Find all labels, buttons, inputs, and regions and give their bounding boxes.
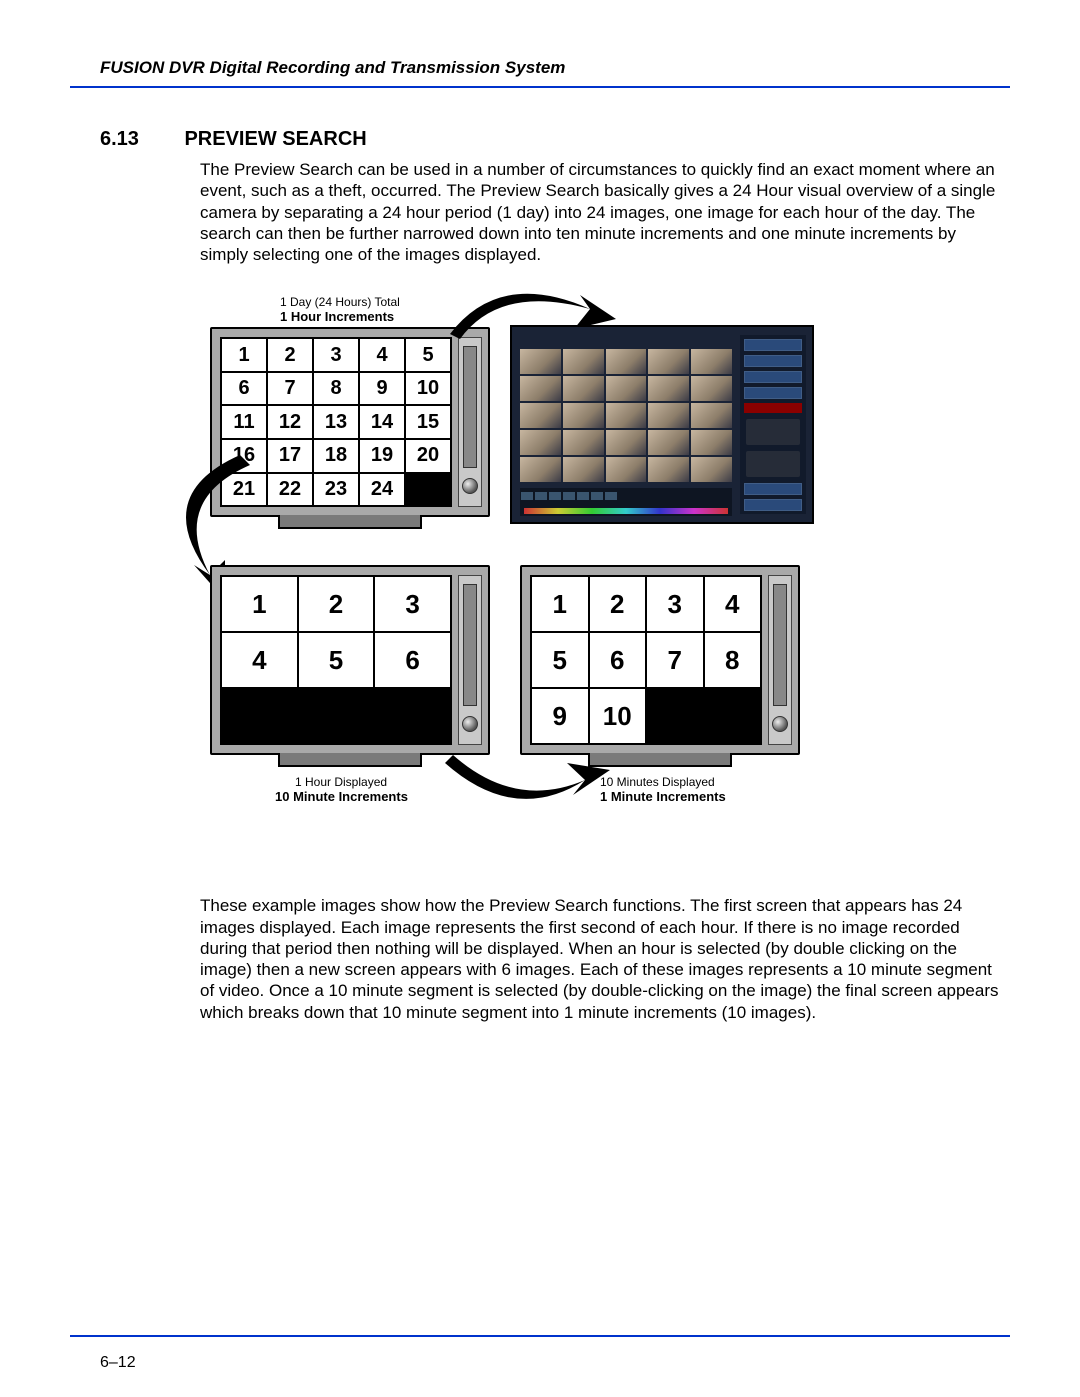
monitor-minute: 1234 5678 910 bbox=[520, 565, 800, 755]
caption-top-bold: 1 Hour Increments bbox=[280, 309, 394, 325]
section-number: 6.13 bbox=[70, 128, 180, 151]
section-title: PREVIEW SEARCH bbox=[184, 128, 366, 151]
grid-cell: 10 bbox=[589, 688, 647, 744]
grid-cell: 3 bbox=[313, 338, 359, 372]
preview-search-figure: 1 Day (24 Hours) Total 1 Hour Increments… bbox=[200, 295, 920, 855]
grid-cell bbox=[374, 688, 451, 744]
grid-cell: 4 bbox=[704, 576, 762, 632]
caption-right-bold: 1 Minute Increments bbox=[600, 789, 726, 805]
grid-cell: 8 bbox=[704, 632, 762, 688]
paragraph-2: These example images show how the Previe… bbox=[200, 895, 1000, 1023]
app-thumbnail-grid bbox=[520, 349, 732, 482]
monitor-hour: 123 456 bbox=[210, 565, 490, 755]
grid-cell: 12 bbox=[267, 405, 313, 439]
arrow-hour-to-minute bbox=[425, 755, 605, 825]
grid-cell: 11 bbox=[221, 405, 267, 439]
grid-cell: 3 bbox=[646, 576, 704, 632]
grid-cell: 1 bbox=[221, 576, 298, 632]
grid-cell: 22 bbox=[267, 473, 313, 507]
grid-cell: 6 bbox=[221, 372, 267, 406]
grid-cell: 9 bbox=[531, 688, 589, 744]
paragraph-1: The Preview Search can be used in a numb… bbox=[200, 159, 1000, 265]
grid-cell: 8 bbox=[313, 372, 359, 406]
grid-cell: 20 bbox=[405, 439, 451, 473]
dvr-app-screenshot bbox=[510, 325, 814, 524]
caption-top-small: 1 Day (24 Hours) Total bbox=[280, 295, 400, 309]
caption-right-small: 10 Minutes Displayed bbox=[600, 775, 715, 789]
grid-cell: 14 bbox=[359, 405, 405, 439]
grid-cell: 5 bbox=[298, 632, 375, 688]
grid-cell bbox=[704, 688, 762, 744]
grid-cell bbox=[221, 688, 298, 744]
grid-cell: 17 bbox=[267, 439, 313, 473]
grid-cell: 6 bbox=[374, 632, 451, 688]
grid-cell: 5 bbox=[531, 632, 589, 688]
caption-left-small: 1 Hour Displayed bbox=[295, 775, 387, 789]
grid-cell bbox=[298, 688, 375, 744]
grid-cell: 24 bbox=[359, 473, 405, 507]
grid-cell: 6 bbox=[589, 632, 647, 688]
grid-cell bbox=[646, 688, 704, 744]
grid-cell bbox=[405, 473, 451, 507]
grid-cell: 1 bbox=[221, 338, 267, 372]
section-heading: 6.13 PREVIEW SEARCH bbox=[70, 128, 1010, 151]
running-header: FUSION DVR Digital Recording and Transmi… bbox=[70, 40, 1010, 84]
grid-cell: 10 bbox=[405, 372, 451, 406]
grid-cell: 13 bbox=[313, 405, 359, 439]
grid-cell: 7 bbox=[267, 372, 313, 406]
grid-cell: 1 bbox=[531, 576, 589, 632]
top-rule bbox=[70, 86, 1010, 88]
page-number: 6–12 bbox=[100, 1354, 136, 1372]
grid-cell: 9 bbox=[359, 372, 405, 406]
grid-cell: 19 bbox=[359, 439, 405, 473]
grid-cell: 2 bbox=[267, 338, 313, 372]
grid-cell: 2 bbox=[298, 576, 375, 632]
caption-left-bold: 10 Minute Increments bbox=[275, 789, 408, 805]
grid-cell: 23 bbox=[313, 473, 359, 507]
grid-cell: 7 bbox=[646, 632, 704, 688]
grid-cell: 15 bbox=[405, 405, 451, 439]
grid-cell: 3 bbox=[374, 576, 451, 632]
bottom-rule bbox=[70, 1335, 1010, 1337]
app-bottom-bar bbox=[520, 488, 732, 516]
app-side-panel bbox=[740, 335, 806, 514]
grid-cell: 4 bbox=[221, 632, 298, 688]
grid-cell: 4 bbox=[359, 338, 405, 372]
grid-cell: 18 bbox=[313, 439, 359, 473]
grid-cell: 2 bbox=[589, 576, 647, 632]
